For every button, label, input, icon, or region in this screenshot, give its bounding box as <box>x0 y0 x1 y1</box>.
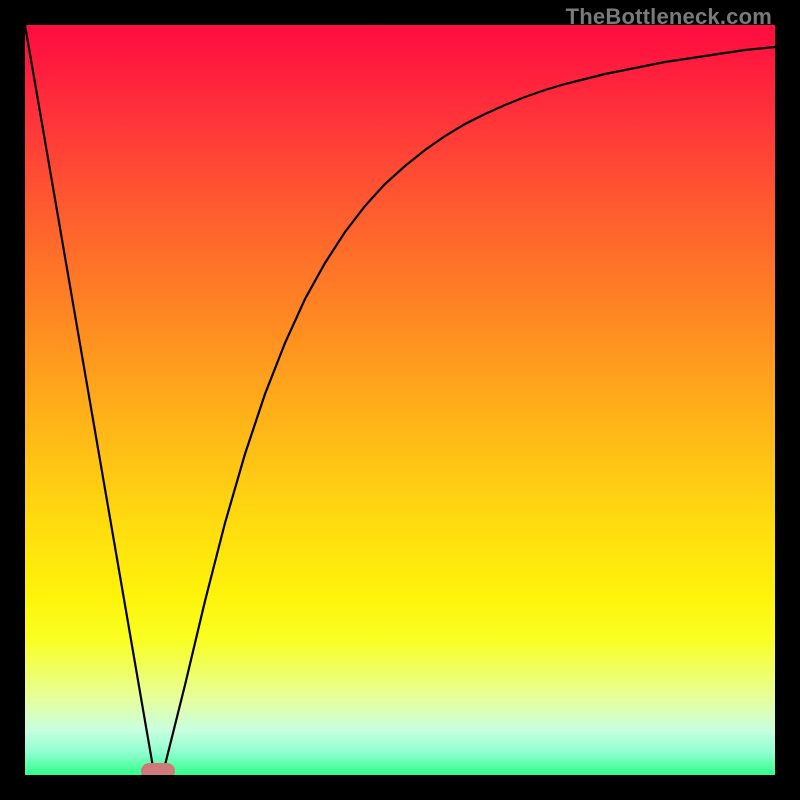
chart-frame: TheBottleneck.com <box>0 0 800 800</box>
bottleneck-curve <box>25 25 775 775</box>
plot-area <box>25 25 775 775</box>
optimal-marker <box>141 763 175 775</box>
curve-path <box>25 25 775 773</box>
